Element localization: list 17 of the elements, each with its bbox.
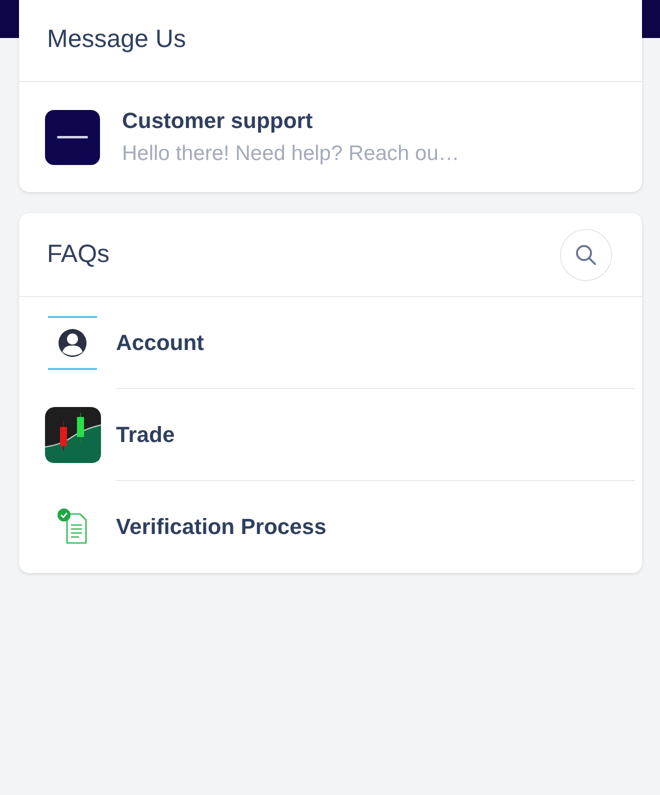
faq-label: Verification Process bbox=[116, 516, 326, 538]
logo-icon bbox=[45, 110, 100, 164]
faq-item[interactable]: Verification Process bbox=[19, 481, 642, 573]
conversation-item[interactable]: Customer support Hello there! Need help? Reach ou… bbox=[19, 82, 642, 192]
faq-label: Trade bbox=[116, 424, 175, 446]
search-icon bbox=[574, 242, 598, 266]
card-title: Message Us bbox=[47, 27, 186, 52]
search-button[interactable] bbox=[560, 228, 612, 280]
faq-label: Account bbox=[116, 332, 204, 354]
user-icon bbox=[45, 316, 100, 370]
faq-item[interactable]: Account bbox=[19, 297, 642, 389]
conversation-name: Customer support bbox=[122, 110, 314, 132]
document-check-icon bbox=[56, 508, 88, 546]
card-title: FAQs bbox=[47, 242, 110, 267]
faq-item[interactable]: Trade bbox=[19, 389, 642, 481]
message-preview: Hello there! Need help? Reach ou… bbox=[122, 143, 460, 164]
candlestick-chart-icon bbox=[44, 407, 100, 463]
